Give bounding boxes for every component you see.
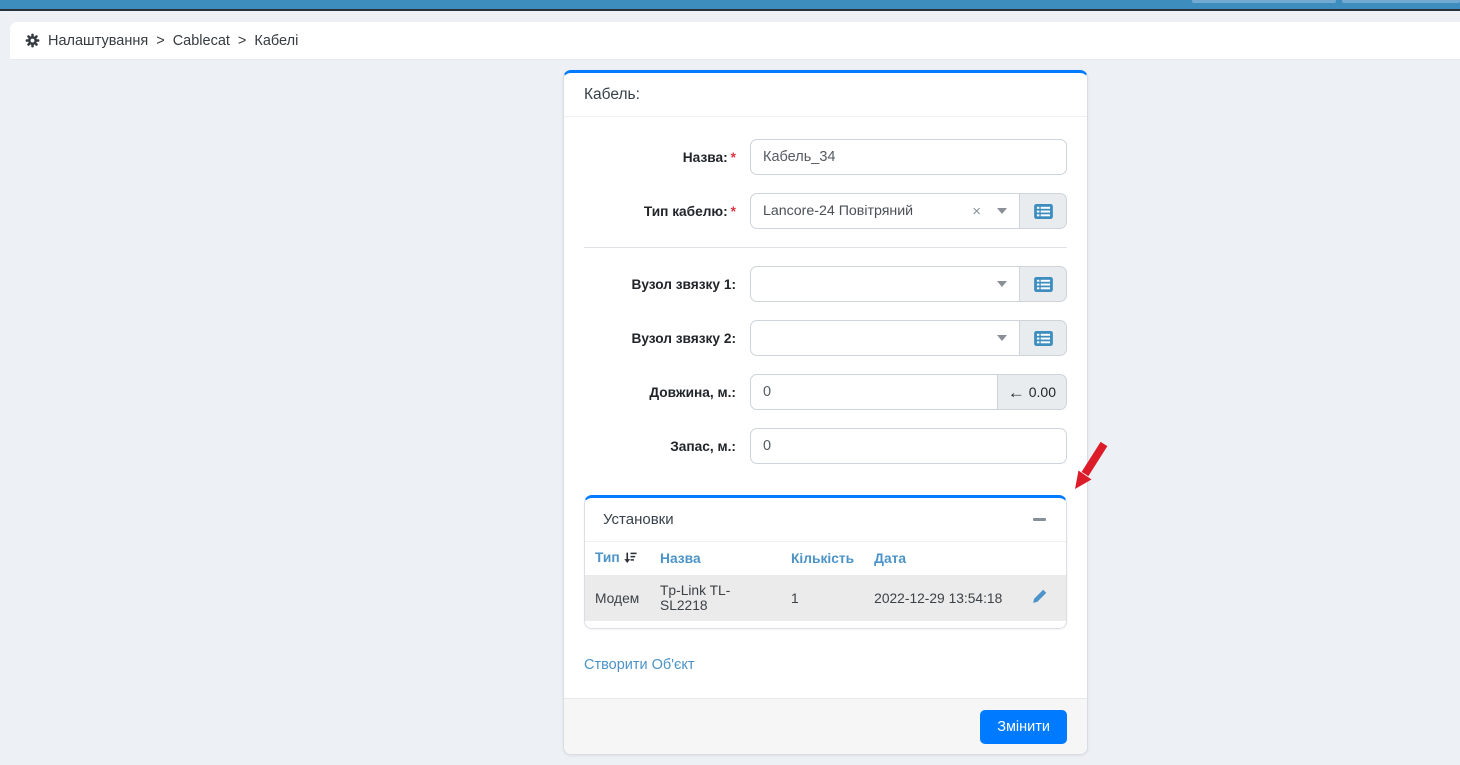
breadcrumb-cables: Кабелі: [254, 32, 299, 49]
section-divider: [584, 247, 1067, 248]
minus-icon: [1032, 518, 1046, 521]
installation-name-cell: Tp-Link TL-SL2218: [660, 583, 731, 613]
installation-date-cell: 2022-12-29 13:54:18: [874, 590, 1003, 606]
reserve-input[interactable]: [750, 428, 1067, 464]
clear-selection-icon[interactable]: ×: [972, 204, 981, 219]
cable-type-select[interactable]: Lancore-24 Повітряний ×: [750, 193, 1020, 229]
collapse-panel-button[interactable]: [1030, 511, 1048, 529]
cable-card-title: Кабель:: [564, 73, 1087, 117]
node2-field-row: Вузол звязку 2:: [584, 320, 1067, 356]
column-header-date[interactable]: Дата: [864, 542, 1012, 575]
cable-type-selected-value: Lancore-24 Повітряний: [763, 203, 914, 219]
node1-select[interactable]: [750, 266, 1020, 302]
column-header-actions: [1012, 542, 1066, 575]
breadcrumb-settings[interactable]: Налаштування: [48, 33, 148, 49]
length-input[interactable]: [750, 374, 998, 410]
required-asterisk: *: [730, 149, 736, 165]
chevron-down-icon: [997, 335, 1007, 341]
top-navbar: [0, 0, 1460, 11]
chevron-down-icon: [997, 281, 1007, 287]
required-asterisk: *: [730, 203, 736, 219]
breadcrumb: Налаштування > Cablecat > Кабелі: [10, 22, 1460, 60]
cable-type-list-button[interactable]: [1020, 193, 1067, 229]
installations-panel: Установки Тип Назва Кількість Дата Модем…: [584, 495, 1067, 629]
create-object-link[interactable]: Створити Об'єкт: [584, 657, 695, 673]
sort-amount-down-icon: [624, 552, 637, 567]
installations-title: Установки: [603, 511, 674, 528]
breadcrumb-separator: >: [237, 32, 247, 49]
cable-card-body: Назва:* Тип кабелю:* Lancore-24 Повітрян…: [564, 117, 1087, 698]
reserve-field-row: Запас, м.:: [584, 428, 1067, 464]
installations-table: Тип Назва Кількість Дата Модем Tp-Link T…: [585, 542, 1066, 621]
cable-card-footer: Змінити: [564, 698, 1087, 754]
node2-select[interactable]: [750, 320, 1020, 356]
length-previous-value-addon: ← 0.00: [997, 374, 1067, 410]
column-header-quantity[interactable]: Кількість: [781, 542, 864, 575]
breadcrumb-cablecat[interactable]: Cablecat: [173, 33, 230, 49]
installation-qty-cell: 1: [791, 590, 799, 606]
reserve-label: Запас, м.:: [670, 438, 736, 454]
list-alt-icon: [1033, 330, 1053, 346]
chevron-down-icon: [997, 208, 1007, 214]
breadcrumb-separator: >: [156, 32, 165, 49]
cable-type-label: Тип кабелю: *: [643, 203, 736, 219]
installation-type-cell: Модем: [595, 590, 640, 606]
length-previous-value: 0.00: [1028, 384, 1056, 400]
length-label: Довжина, м.:: [649, 384, 736, 400]
node1-field-row: Вузол звязку 1:: [584, 266, 1067, 302]
node1-label: Вузол звязку 1:: [631, 276, 736, 292]
installations-panel-header: Установки: [585, 498, 1066, 542]
name-field-row: Назва: *: [584, 139, 1067, 175]
column-header-type[interactable]: Тип: [585, 542, 650, 575]
column-header-name[interactable]: Назва: [650, 542, 781, 575]
name-input[interactable]: [750, 139, 1067, 175]
cable-card: Кабель: Назва:* Тип кабелю:* Lancore-24 …: [563, 70, 1088, 755]
length-field-row: Довжина, м.: ← 0.00: [584, 374, 1067, 410]
edit-pencil-icon[interactable]: [1032, 589, 1047, 607]
arrow-left-icon: ←: [1007, 382, 1025, 402]
node2-list-button[interactable]: [1020, 320, 1067, 356]
node1-list-button[interactable]: [1020, 266, 1067, 302]
node2-label: Вузол звязку 2:: [631, 330, 736, 346]
list-alt-icon: [1033, 276, 1053, 292]
navbar-button-partial[interactable]: [1342, 0, 1460, 3]
installation-row: Модем Tp-Link TL-SL2218 1 2022-12-29 13:…: [585, 575, 1066, 621]
list-alt-icon: [1033, 203, 1053, 219]
cable-type-field-row: Тип кабелю: * Lancore-24 Повітряний ×: [584, 193, 1067, 229]
navbar-search-input-partial[interactable]: [1192, 0, 1336, 3]
submit-button[interactable]: Змінити: [980, 709, 1067, 744]
name-label: Назва: *: [682, 149, 736, 165]
gear-icon: [25, 33, 40, 48]
